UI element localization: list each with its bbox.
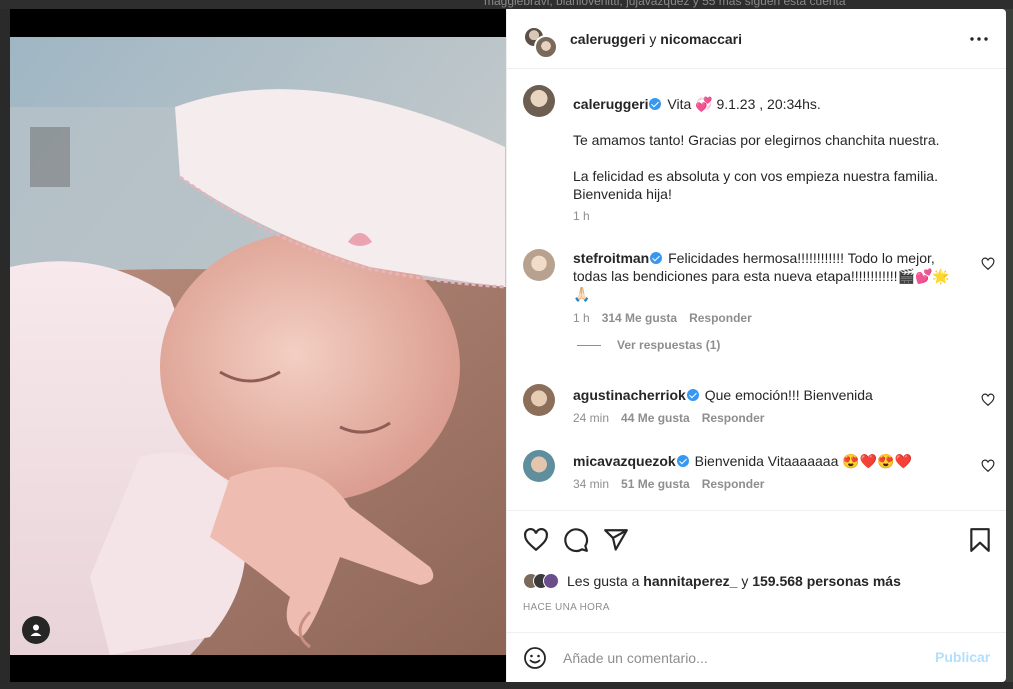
view-replies-link[interactable]: Ver respuestas (1) — [577, 338, 720, 352]
caption-first-line: caleruggeri Vita 💞 9.1.23 , 20:34hs. — [573, 95, 973, 113]
post-details-panel: caleruggeri y nicomaccari caleruggeri Vi… — [506, 9, 1006, 682]
backdrop-bottom-strip — [0, 682, 1013, 689]
tagged-users-button[interactable] — [22, 616, 50, 644]
bookmark-icon[interactable] — [967, 527, 993, 553]
comment-text: Que emoción!!! Bienvenida — [704, 387, 873, 403]
post-timestamp: HACE UNA HORA — [523, 602, 610, 613]
backdrop-top-strip: maggiebravi, bianiovenitti, jujavazquez … — [0, 0, 1013, 9]
more-horizontal-icon — [970, 37, 988, 41]
verified-badge-icon — [686, 389, 699, 401]
caption-username[interactable]: caleruggeri — [573, 96, 648, 112]
backdrop-left — [0, 9, 10, 682]
comment-reply-button[interactable]: Responder — [689, 311, 752, 325]
emoji-icon[interactable] — [523, 646, 547, 670]
caption-line3: La felicidad es absoluta y con vos empie… — [573, 168, 938, 202]
comment-username[interactable]: micavazquezok — [573, 453, 676, 469]
comment-meta: 24 min 44 Me gusta Responder — [573, 411, 764, 425]
comment-time: 1 h — [573, 311, 590, 325]
caption-time: 1 h — [573, 209, 590, 223]
comment-input[interactable] — [563, 646, 923, 670]
likes-count-link[interactable]: 159.568 personas más — [752, 573, 901, 589]
verified-badge-icon — [649, 98, 662, 110]
post-photo[interactable] — [10, 37, 506, 655]
share-icon[interactable] — [603, 527, 629, 553]
verified-badge-icon — [650, 252, 663, 264]
user-icon — [30, 624, 42, 636]
like-comment-heart-icon[interactable] — [981, 459, 995, 473]
likes-user-link[interactable]: hannitaperez_ — [643, 573, 737, 589]
like-comment-heart-icon[interactable] — [981, 393, 995, 407]
comment-likes-link[interactable]: 44 Me gusta — [621, 411, 690, 425]
post-modal: caleruggeri y nicomaccari caleruggeri Vi… — [10, 9, 1006, 682]
header-user1-link[interactable]: caleruggeri — [570, 31, 645, 47]
caption-line1: Vita 💞 9.1.23 , 20:34hs. — [667, 96, 821, 112]
comment-composer: Publicar — [507, 632, 1006, 682]
post-header: caleruggeri y nicomaccari — [507, 9, 1006, 69]
heart-icon[interactable] — [523, 527, 549, 553]
caption-avatar[interactable] — [523, 85, 555, 117]
comment-body: stefroitman Felicidades hermosa!!!!!!!!!… — [573, 249, 965, 303]
header-separator: y — [649, 31, 657, 47]
comment-avatar[interactable] — [523, 249, 555, 281]
caption-line2: Te amamos tanto! Gracias por elegirnos c… — [573, 132, 940, 148]
comment-username[interactable]: agustinacherriok — [573, 387, 686, 403]
backdrop-right — [1006, 9, 1013, 682]
comment-body: micavazquezok Bienvenida Vitaaaaaaa 😍❤️😍… — [573, 452, 973, 470]
comment-meta: 34 min 51 Me gusta Responder — [573, 477, 764, 491]
likes-prefix: Les gusta a — [567, 573, 640, 589]
comment-time: 34 min — [573, 477, 610, 491]
comment-reply-button[interactable]: Responder — [702, 411, 765, 425]
collaborator-avatar-2[interactable] — [534, 35, 558, 59]
comment-likes-link[interactable]: 51 Me gusta — [621, 477, 690, 491]
comment-icon[interactable] — [563, 527, 589, 553]
comment-likes-link[interactable]: 314 Me gusta — [602, 311, 677, 325]
comment-avatar[interactable] — [523, 384, 555, 416]
comment-text: Bienvenida Vitaaaaaaa 😍❤️😍❤️ — [694, 453, 912, 469]
liker-avatar — [543, 573, 559, 589]
likes-summary: Les gusta a hannitaperez_ y 159.568 pers… — [523, 571, 901, 591]
comment-reply-button[interactable]: Responder — [702, 477, 765, 491]
comment-meta: 1 h 314 Me gusta Responder — [573, 311, 752, 325]
collaborators-names: caleruggeri y nicomaccari — [570, 31, 742, 47]
followers-hint: maggiebravi, bianiovenitti, jujavazquez … — [484, 0, 846, 8]
baby-photo-illustration — [10, 37, 506, 655]
comment-username[interactable]: stefroitman — [573, 250, 649, 266]
verified-badge-icon — [676, 455, 689, 467]
comments-list: caleruggeri Vita 💞 9.1.23 , 20:34hs. Te … — [507, 70, 1006, 510]
header-user2-link[interactable]: nicomaccari — [660, 31, 742, 47]
comment-time: 24 min — [573, 411, 610, 425]
like-comment-heart-icon[interactable] — [981, 257, 995, 271]
more-options-button[interactable] — [969, 29, 989, 49]
comment-avatar[interactable] — [523, 450, 555, 482]
post-media — [10, 9, 506, 682]
likes-connector: y — [741, 573, 749, 589]
publish-button[interactable]: Publicar — [935, 649, 990, 665]
likes-text: Les gusta a hannitaperez_ y 159.568 pers… — [567, 573, 901, 589]
comment-body: agustinacherriok Que emoción!!! Bienveni… — [573, 386, 973, 404]
post-actions: Les gusta a hannitaperez_ y 159.568 pers… — [507, 510, 1006, 644]
